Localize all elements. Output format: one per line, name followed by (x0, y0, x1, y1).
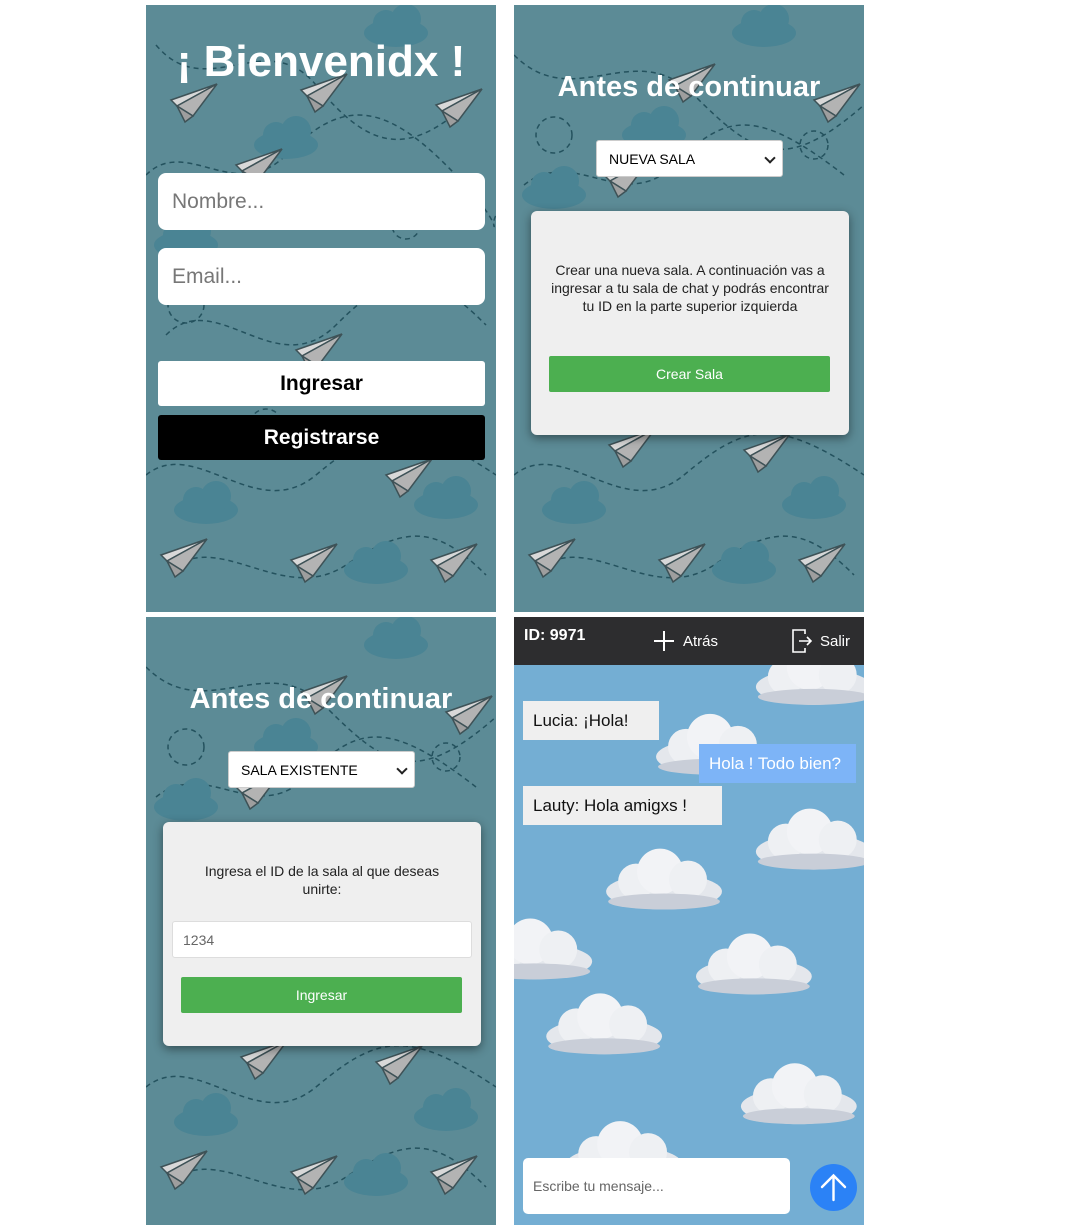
new-room-description: Crear una nueva sala. A continuación vas… (551, 262, 829, 314)
message-bubble: Lucia: ¡Hola! (523, 701, 659, 740)
logout-icon (792, 629, 813, 653)
room-type-select[interactable]: SALA EXISTENTE (228, 751, 415, 788)
back-button[interactable]: Atrás (653, 629, 718, 653)
exit-label: Salir (820, 632, 851, 650)
create-room-button[interactable]: Crear Sala (549, 356, 830, 392)
room-id-input[interactable] (172, 921, 472, 958)
welcome-title: ¡ Bienvenidx ! (176, 37, 466, 86)
chevron-down-icon (396, 763, 408, 775)
room-type-select-value: SALA EXISTENTE (241, 761, 358, 778)
exit-button[interactable]: Salir (791, 627, 850, 655)
send-button[interactable] (810, 1164, 857, 1211)
chat-header: ID: 9971 Atrás Salir (514, 617, 864, 665)
chevron-down-icon (764, 152, 776, 164)
message-bubble: Lauty: Hola amigxs ! (523, 786, 722, 825)
paper-plane-background (146, 5, 496, 584)
existing-room-description: Ingresa el ID de la sala al que deseas u… (204, 863, 440, 897)
room-type-select[interactable]: NUEVA SALA (596, 140, 783, 177)
welcome-panel: ¡ Bienvenidx ! Ingresar Registrarse (146, 5, 496, 612)
new-room-panel: Antes de continuar NUEVA SALA Crear una … (514, 5, 864, 612)
join-room-button[interactable]: Ingresar (181, 977, 462, 1013)
arrow-up-icon (820, 1173, 847, 1202)
login-button[interactable]: Ingresar (158, 361, 485, 406)
register-button[interactable]: Registrarse (158, 415, 485, 460)
new-room-card: Crear una nueva sala. A continuación vas… (531, 211, 849, 435)
chat-panel: ID: 9971 Atrás Salir Lucia: ¡Hola! Hola … (514, 617, 864, 1225)
existing-room-panel: Antes de continuar SALA EXISTENTE Ingres… (146, 617, 496, 1225)
room-id-label: ID: 9971 (524, 627, 586, 644)
page-title: Antes de continuar (189, 683, 453, 715)
back-label: Atrás (683, 632, 719, 650)
name-input[interactable] (158, 173, 485, 230)
room-type-select-value: NUEVA SALA (609, 150, 696, 167)
own-message-bubble: Hola ! Todo bien? (699, 744, 856, 783)
email-input[interactable] (158, 248, 485, 305)
page-title: Antes de continuar (557, 71, 821, 103)
existing-room-card: Ingresa el ID de la sala al que deseas u… (163, 822, 481, 1046)
plus-icon (654, 631, 674, 651)
message-input[interactable] (523, 1158, 790, 1214)
